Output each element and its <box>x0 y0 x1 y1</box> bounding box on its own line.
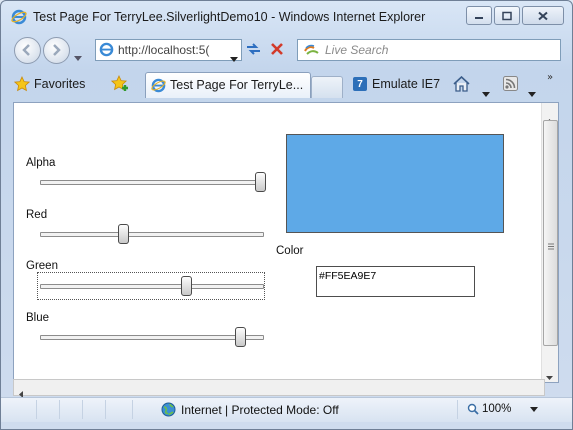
refresh-icon[interactable] <box>245 41 262 61</box>
slider-thumb[interactable] <box>255 172 266 192</box>
page-content: Alpha Red Green Blue Color #FF5EA9E7 <box>13 102 559 383</box>
minimize-button[interactable] <box>466 6 492 25</box>
add-favorite-icon[interactable] <box>110 75 129 97</box>
forward-arrow-icon <box>53 44 61 56</box>
address-bar[interactable]: http://localhost:5( <box>95 39 242 62</box>
blue-slider[interactable] <box>40 326 264 348</box>
scrollbar-thumb[interactable] <box>543 120 558 346</box>
red-label: Red <box>26 209 48 221</box>
security-zone[interactable]: Internet | Protected Mode: Off <box>161 402 339 417</box>
ie7-icon: 7 <box>353 77 367 91</box>
title-bar: Test Page For TerryLee.SilverlightDemo10… <box>1 1 572 35</box>
address-dropdown-icon[interactable] <box>230 47 238 66</box>
slider-thumb[interactable] <box>235 327 247 347</box>
horizontal-scrollbar[interactable] <box>13 379 545 398</box>
green-label: Green <box>26 260 58 272</box>
feeds-dropdown-icon[interactable] <box>528 82 536 101</box>
feeds-icon[interactable] <box>503 76 518 95</box>
favorites-button[interactable]: Favorites <box>14 72 85 96</box>
forward-button[interactable] <box>43 37 70 64</box>
hex-color-value[interactable]: #FF5EA9E7 <box>319 270 376 282</box>
favorites-tab-bar: Favorites Test Page For TerryLe... 7 Emu… <box>1 69 572 99</box>
favorites-label: Favorites <box>34 77 86 91</box>
new-tab-button[interactable] <box>311 76 343 98</box>
zoom-level: 100% <box>482 403 512 415</box>
hex-color-textbox[interactable]: #FF5EA9E7 <box>316 266 475 297</box>
globe-icon <box>161 402 176 417</box>
navigation-bar: http://localhost:5( Live Search <box>1 35 572 65</box>
zoom-magnifier-icon <box>467 403 479 415</box>
zoom-dropdown-icon[interactable] <box>530 406 539 412</box>
address-input[interactable]: http://localhost:5( <box>118 43 223 57</box>
slider-thumb[interactable] <box>180 276 192 296</box>
maximize-button[interactable] <box>494 6 520 25</box>
caption-buttons <box>466 6 564 25</box>
red-slider[interactable] <box>40 223 264 245</box>
slider-track <box>40 180 264 185</box>
status-divider <box>105 400 106 419</box>
toolbar-overflow-chevron[interactable]: » <box>547 72 553 83</box>
green-slider[interactable] <box>37 272 265 300</box>
tab-label: Test Page For TerryLe... <box>170 78 304 92</box>
window-title: Test Page For TerryLee.SilverlightDemo10… <box>33 10 426 24</box>
status-divider <box>457 400 458 419</box>
stop-icon[interactable] <box>270 41 284 60</box>
status-divider <box>59 400 60 419</box>
live-search-icon <box>303 43 320 62</box>
slider-track <box>40 284 264 289</box>
home-icon[interactable] <box>453 75 470 96</box>
emulate-label: Emulate IE7 <box>372 77 441 91</box>
color-preview-swatch <box>286 134 504 233</box>
zoom-control[interactable]: 100% <box>467 403 539 415</box>
status-divider <box>132 400 133 419</box>
home-dropdown-icon[interactable] <box>482 82 490 101</box>
recent-pages-dropdown[interactable] <box>74 46 82 65</box>
scroll-grip-icon <box>548 243 554 250</box>
status-divider <box>36 400 37 419</box>
page-icon <box>99 42 114 61</box>
ie-page-icon <box>151 78 166 97</box>
emulate-ie7-button[interactable]: 7 Emulate IE7 <box>353 73 440 95</box>
browser-window: Test Page For TerryLee.SilverlightDemo10… <box>0 0 573 430</box>
security-zone-text: Internet | Protected Mode: Off <box>181 402 339 417</box>
ie-logo-icon <box>11 9 27 25</box>
alpha-slider[interactable] <box>40 171 266 193</box>
blue-label: Blue <box>26 312 50 324</box>
slider-track <box>40 232 264 237</box>
color-label: Color <box>276 245 304 257</box>
back-button[interactable] <box>14 37 41 64</box>
slider-track <box>40 335 264 340</box>
status-bar: Internet | Protected Mode: Off 100% <box>1 397 572 422</box>
alpha-label: Alpha <box>26 157 56 169</box>
slider-thumb[interactable] <box>117 224 129 244</box>
close-window-button[interactable] <box>522 6 564 25</box>
status-divider <box>82 400 83 419</box>
star-icon <box>14 76 30 92</box>
tab-test-page[interactable]: Test Page For TerryLe... <box>145 72 311 98</box>
scroll-down-arrow-icon[interactable] <box>546 365 553 384</box>
search-box[interactable]: Live Search <box>297 39 561 61</box>
vertical-scrollbar[interactable] <box>541 103 558 382</box>
search-input[interactable]: Live Search <box>325 43 388 57</box>
back-arrow-icon <box>22 44 30 56</box>
